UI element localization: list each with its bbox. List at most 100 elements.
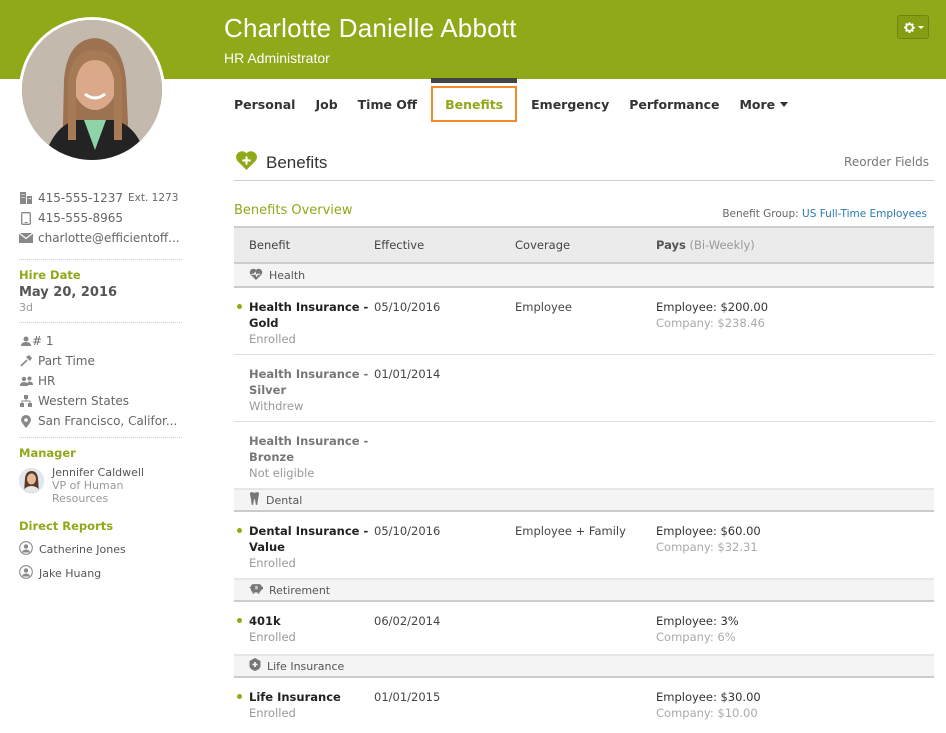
id-badge-icon bbox=[19, 336, 33, 346]
effective-date: 05/10/2016 bbox=[374, 300, 441, 314]
direct-report-name: Catherine Jones bbox=[39, 542, 126, 556]
direct-report-item[interactable]: Catherine Jones bbox=[19, 537, 182, 561]
manager-label: Manager bbox=[19, 446, 76, 460]
table-row: Dental Insurance - Value Enrolled 05/10/2… bbox=[234, 512, 934, 578]
group-row-health: Health bbox=[234, 264, 934, 288]
employee-photo[interactable] bbox=[19, 17, 165, 163]
effective-date: 01/01/2015 bbox=[374, 690, 441, 704]
section-heading: Benefits bbox=[235, 150, 327, 175]
table-row: Health Insurance - Silver Withdrew 01/01/… bbox=[234, 355, 934, 422]
group-row-dental: Dental bbox=[234, 488, 934, 512]
avatar-image bbox=[22, 20, 162, 160]
group-row-retirement: Retirement bbox=[234, 578, 934, 602]
tab-job[interactable]: Job bbox=[305, 86, 347, 122]
column-header-benefit: Benefit bbox=[249, 238, 291, 252]
group-label: Dental bbox=[266, 493, 303, 507]
work-phone-ext: Ext. 1273 bbox=[128, 192, 179, 204]
coverage: Employee + Family bbox=[515, 524, 626, 538]
benefit-status: Enrolled bbox=[249, 630, 296, 644]
benefits-table: Benefit Effective Coverage Pays (Bi-Week… bbox=[234, 226, 934, 730]
employment-status-value: Part Time bbox=[38, 354, 95, 368]
tooth-icon bbox=[249, 492, 260, 508]
org-chart-icon bbox=[19, 395, 33, 407]
caret-down-icon bbox=[780, 101, 789, 107]
tab-time-off[interactable]: Time Off bbox=[348, 86, 427, 122]
reorder-fields-link[interactable]: Reorder Fields bbox=[844, 155, 929, 169]
divider bbox=[19, 259, 182, 260]
table-row: Life Insurance Enrolled 01/01/2015 Employ… bbox=[234, 678, 934, 730]
tab-emergency[interactable]: Emergency bbox=[521, 86, 619, 122]
email: charlotte@efficientoff... bbox=[19, 228, 182, 248]
employee-number: # 1 bbox=[19, 331, 182, 351]
section-title: Benefits bbox=[266, 152, 328, 172]
effective-date: 01/01/2014 bbox=[374, 367, 441, 381]
mobile-phone: 415-555-8965 bbox=[19, 208, 182, 228]
map-pin-icon bbox=[19, 414, 33, 428]
table-row: Health Insurance - Gold Enrolled 05/10/20… bbox=[234, 288, 934, 355]
chevron-down-icon bbox=[917, 25, 924, 29]
pay-company: Company: 6% bbox=[656, 630, 736, 644]
pay-employee: Employee: $200.00 bbox=[656, 300, 769, 314]
manager-card[interactable]: Jennifer Caldwell VP of Human Resources bbox=[19, 466, 182, 505]
heart-plus-icon bbox=[235, 150, 258, 175]
coverage bbox=[515, 689, 656, 730]
column-header-coverage: Coverage bbox=[515, 238, 571, 252]
tab-performance[interactable]: Performance bbox=[619, 86, 729, 122]
enrolled-dot bbox=[237, 694, 242, 699]
tab-benefits[interactable]: Benefits bbox=[431, 78, 518, 122]
direct-report-item[interactable]: Jake Huang bbox=[19, 561, 182, 585]
column-header-pays: Pays (Bi-Weekly) bbox=[656, 238, 934, 252]
employment-status: Part Time bbox=[19, 351, 182, 371]
tab-label: More bbox=[739, 96, 776, 112]
benefit-status: Enrolled bbox=[249, 332, 296, 346]
hire-date-label: Hire Date bbox=[19, 268, 81, 282]
section-divider bbox=[234, 180, 934, 181]
users-icon bbox=[19, 376, 33, 386]
manager-name[interactable]: Jennifer Caldwell bbox=[52, 466, 182, 479]
group-label: Retirement bbox=[269, 583, 331, 597]
gear-icon bbox=[903, 21, 916, 34]
benefit-name: Dental Insurance - Value bbox=[249, 524, 369, 554]
column-header-effective: Effective bbox=[374, 238, 425, 252]
location-value: San Francisco, Califor... bbox=[38, 414, 178, 428]
tab-label: Personal bbox=[234, 96, 296, 112]
manager-title: VP of Human Resources bbox=[52, 479, 124, 505]
pay-employee: Employee: $30.00 bbox=[656, 690, 761, 704]
department: HR bbox=[19, 371, 182, 391]
tab-personal[interactable]: Personal bbox=[224, 86, 305, 122]
coverage bbox=[515, 366, 656, 421]
pay-employee: Employee: 3% bbox=[656, 614, 739, 628]
settings-dropdown-button[interactable] bbox=[897, 15, 929, 39]
heartbeat-icon bbox=[249, 268, 263, 283]
benefit-group-link[interactable]: US Full-Time Employees bbox=[802, 208, 927, 220]
benefit-status: Not eligible bbox=[249, 466, 315, 480]
tab-label: Performance bbox=[629, 96, 720, 112]
benefit-name: Health Insurance - Bronze bbox=[249, 434, 369, 464]
benefits-overview-title: Benefits Overview bbox=[234, 203, 353, 218]
pay-company: Company: $238.46 bbox=[656, 316, 765, 330]
group-label: Health bbox=[269, 268, 306, 282]
benefit-status: Withdrew bbox=[249, 399, 304, 413]
coverage: Employee bbox=[515, 300, 572, 314]
pay-employee: Employee: $60.00 bbox=[656, 524, 761, 538]
email-address[interactable]: charlotte@efficientoff... bbox=[38, 231, 180, 245]
enrolled-dot bbox=[237, 528, 242, 533]
effective-date: 05/10/2016 bbox=[374, 524, 441, 538]
direct-report-name: Jake Huang bbox=[39, 566, 102, 580]
benefit-name: Health Insurance - Gold bbox=[249, 300, 369, 330]
piggy-bank-icon bbox=[249, 583, 263, 597]
benefit-group: Benefit Group: US Full-Time Employees bbox=[722, 208, 927, 220]
profile-tabs: Personal Job Time Off Benefits Emergency… bbox=[224, 78, 798, 122]
benefit-status: Enrolled bbox=[249, 706, 296, 720]
tab-label: Benefits bbox=[445, 96, 504, 112]
manager-avatar bbox=[19, 468, 44, 493]
envelope-icon bbox=[19, 233, 33, 243]
tab-more[interactable]: More bbox=[729, 86, 798, 122]
pay-company: Company: $10.00 bbox=[656, 706, 758, 720]
tab-label: Job bbox=[315, 96, 338, 112]
division: Western States bbox=[19, 391, 182, 411]
effective-date: 06/02/2014 bbox=[374, 614, 441, 628]
building-icon bbox=[19, 192, 33, 204]
hammer-icon bbox=[19, 355, 33, 367]
table-header: Benefit Effective Coverage Pays (Bi-Week… bbox=[234, 226, 934, 264]
